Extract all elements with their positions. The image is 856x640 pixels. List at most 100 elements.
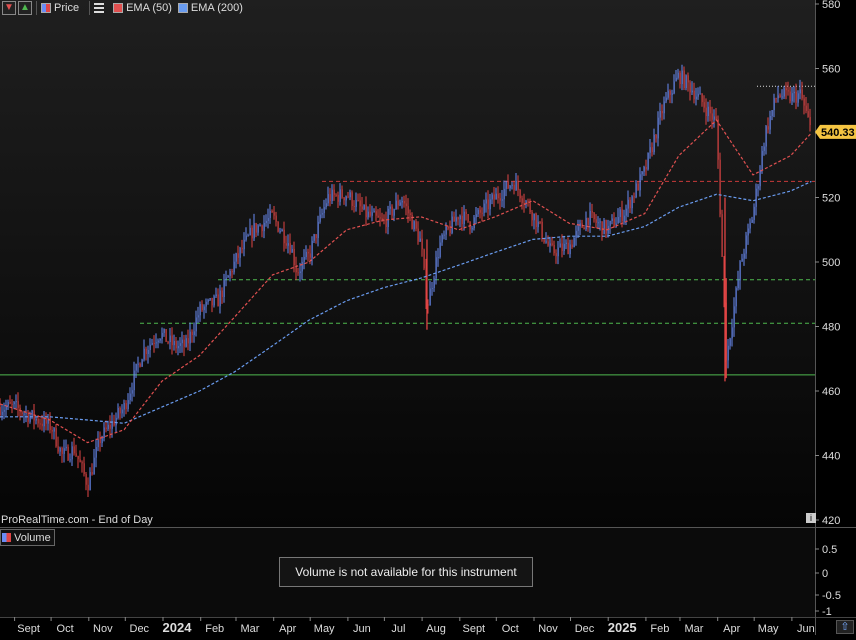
x-tick-label: Apr	[279, 623, 296, 635]
volume-legend[interactable]: Volume	[0, 529, 55, 546]
candle-body	[391, 206, 393, 216]
candle-body	[431, 287, 433, 289]
candle-body	[119, 407, 121, 414]
candle-body	[101, 438, 103, 444]
candle-body	[515, 180, 517, 191]
candle-body	[277, 221, 279, 232]
candle-body	[777, 95, 779, 99]
legend-ema200[interactable]: EMA (200)	[177, 2, 243, 14]
candle-body	[189, 331, 191, 344]
candle-body	[641, 171, 643, 175]
candle-body	[409, 213, 411, 216]
candle-body	[681, 70, 683, 84]
legend-price[interactable]: Price	[41, 2, 79, 14]
candle-body	[79, 459, 81, 463]
candle-body	[299, 271, 301, 274]
y-axis-bg	[815, 0, 856, 635]
candle-body	[143, 348, 145, 360]
scroll-up-icon[interactable]: ⇧	[836, 620, 854, 634]
remove-indicator-icon[interactable]: ▼	[2, 1, 16, 15]
candle-body	[75, 453, 77, 456]
candle-body	[193, 331, 195, 335]
candle-body	[661, 110, 663, 114]
candle-body	[429, 288, 431, 306]
candle-body	[307, 251, 309, 254]
y-tick-label: 440	[822, 451, 840, 463]
candle-body	[543, 238, 545, 243]
candle-body	[71, 446, 73, 460]
candle-body	[553, 244, 555, 254]
candle-body	[165, 329, 167, 342]
candle-body	[691, 90, 693, 93]
candle-body	[407, 206, 409, 214]
candle-body	[481, 212, 483, 214]
candle-body	[83, 463, 85, 474]
candle-body	[695, 96, 697, 100]
candle-body	[93, 457, 95, 475]
candle-body	[531, 212, 533, 221]
candle-body	[619, 209, 621, 218]
candle-body	[133, 370, 135, 391]
x-tick-label: Sept	[462, 623, 485, 635]
legend-settings[interactable]	[94, 3, 107, 13]
candle-body	[583, 227, 585, 230]
candle-body	[177, 345, 179, 349]
candle-body	[443, 234, 445, 236]
candle-body	[205, 301, 207, 307]
candle-body	[593, 212, 595, 220]
x-tick-label: Jun	[797, 623, 815, 635]
info-icon[interactable]: i	[806, 513, 816, 523]
candle-body	[749, 222, 751, 229]
candle-body	[109, 424, 111, 429]
candle-body	[203, 306, 205, 311]
candle-body	[369, 211, 371, 216]
candle-body	[73, 446, 75, 454]
candle-body	[399, 202, 401, 206]
candle-body	[395, 200, 397, 210]
add-indicator-icon[interactable]: ▲	[18, 1, 32, 15]
price-chart[interactable]: 4204404604805005205405605800.50-0.5-1Sep…	[0, 0, 856, 635]
candle-body	[53, 428, 55, 432]
candle-body	[741, 258, 743, 262]
candle-body	[191, 331, 193, 335]
x-tick-label: Mar	[685, 623, 704, 635]
candle-body	[81, 462, 83, 464]
candle-body	[477, 209, 479, 215]
candle-body	[667, 90, 669, 98]
candle-body	[9, 402, 11, 404]
candle-body	[415, 221, 417, 229]
candle-body	[753, 206, 755, 220]
legend-ema50-swatch	[113, 3, 124, 13]
candle-body	[733, 306, 735, 328]
candle-body	[343, 197, 345, 201]
chart-area[interactable]: 4204404604805005205405605800.50-0.5-1Sep…	[0, 0, 856, 635]
candle-body	[609, 220, 611, 226]
candle-body	[649, 147, 651, 153]
candle-body	[693, 90, 695, 100]
candle-body	[763, 146, 765, 151]
candle-body	[251, 227, 253, 239]
candle-body	[207, 299, 209, 302]
candle-body	[37, 418, 39, 424]
candle-body	[145, 348, 147, 355]
legend-ema50[interactable]: EMA (50)	[113, 2, 172, 14]
candle-body	[241, 247, 243, 250]
candle-body	[471, 228, 473, 230]
candle-body	[565, 242, 567, 244]
candle-body	[775, 98, 777, 100]
candle-body	[127, 400, 129, 409]
candle-body	[247, 235, 249, 237]
candle-body	[401, 200, 403, 203]
candle-body	[339, 189, 341, 202]
candle-body	[47, 417, 49, 424]
candle-body	[147, 349, 149, 355]
candle-body	[353, 206, 355, 208]
candle-body	[209, 298, 211, 300]
x-tick-label: Oct	[57, 623, 74, 635]
candle-body	[319, 214, 321, 222]
candle-body	[341, 189, 343, 198]
candle-body	[719, 159, 721, 215]
candle-body	[211, 298, 213, 306]
candle-body	[795, 91, 797, 103]
candle-body	[199, 304, 201, 316]
